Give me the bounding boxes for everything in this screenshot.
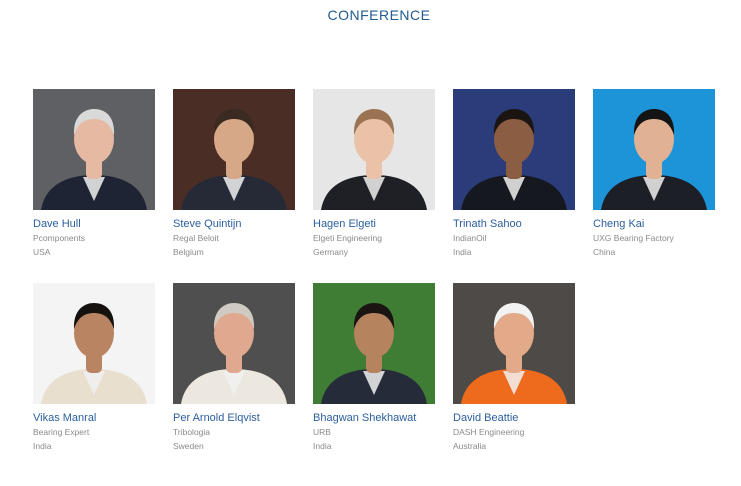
speaker-country: Australia [453, 441, 487, 451]
speaker-name[interactable]: Cheng Kai [593, 218, 715, 230]
speaker-photo[interactable] [593, 89, 715, 210]
speaker-card[interactable]: Bhagwan Shekhawat URB India [313, 283, 435, 451]
speaker-card[interactable]: Vikas Manral Bearing Expert India [33, 283, 155, 451]
speaker-name[interactable]: Dave Hull [33, 218, 155, 230]
speaker-company: Tribologia [173, 427, 211, 437]
speaker-country: India [33, 441, 52, 451]
speaker-card[interactable]: Hagen Elgeti Elgeti Engineering Germany [313, 89, 435, 257]
speaker-card[interactable]: Steve Quintijn Regal Beloit Belgium [173, 89, 295, 257]
speaker-name[interactable]: Steve Quintijn [173, 218, 295, 230]
speaker-photo[interactable] [453, 283, 575, 404]
speaker-photo[interactable] [173, 283, 295, 404]
speaker-photo[interactable] [313, 283, 435, 404]
speaker-company: Bearing Expert [33, 427, 90, 437]
speaker-photo[interactable] [453, 89, 575, 210]
speaker-company: UXG Bearing Factory [593, 233, 674, 243]
speaker-name[interactable]: Trinath Sahoo [453, 218, 575, 230]
page-title: CONFERENCE [327, 7, 431, 23]
speaker-country: Sweden [173, 441, 204, 451]
speaker-country: Belgium [173, 247, 204, 257]
speaker-card[interactable]: Per Arnold Elqvist Tribologia Sweden [173, 283, 295, 451]
speaker-photo[interactable] [33, 89, 155, 210]
speaker-company: IndianOil [453, 233, 487, 243]
speaker-card[interactable]: Trinath Sahoo IndianOil India [453, 89, 575, 257]
speaker-name[interactable]: Bhagwan Shekhawat [313, 412, 435, 424]
speaker-company: DASH Engineering [453, 427, 525, 437]
speaker-company: URB [313, 427, 331, 437]
speaker-company: Pcomponents [33, 233, 85, 243]
speaker-country: China [593, 247, 616, 257]
speaker-country: USA [33, 247, 51, 257]
speaker-country: Germany [313, 247, 348, 257]
speaker-name[interactable]: David Beattie [453, 412, 575, 424]
speaker-photo[interactable] [173, 89, 295, 210]
speaker-card[interactable]: Cheng Kai UXG Bearing Factory China [593, 89, 715, 257]
speaker-company: Elgeti Engineering [313, 233, 382, 243]
speaker-card[interactable]: Dave Hull Pcomponents USA [33, 89, 155, 257]
speaker-country: India [453, 247, 472, 257]
speaker-name[interactable]: Vikas Manral [33, 412, 155, 424]
speaker-photo[interactable] [33, 283, 155, 404]
speaker-company: Regal Beloit [173, 233, 219, 243]
speaker-country: India [313, 441, 332, 451]
speaker-card[interactable]: David Beattie DASH Engineering Australia [453, 283, 575, 451]
speaker-photo[interactable] [313, 89, 435, 210]
speaker-name[interactable]: Hagen Elgeti [313, 218, 435, 230]
speaker-name[interactable]: Per Arnold Elqvist [173, 412, 295, 424]
